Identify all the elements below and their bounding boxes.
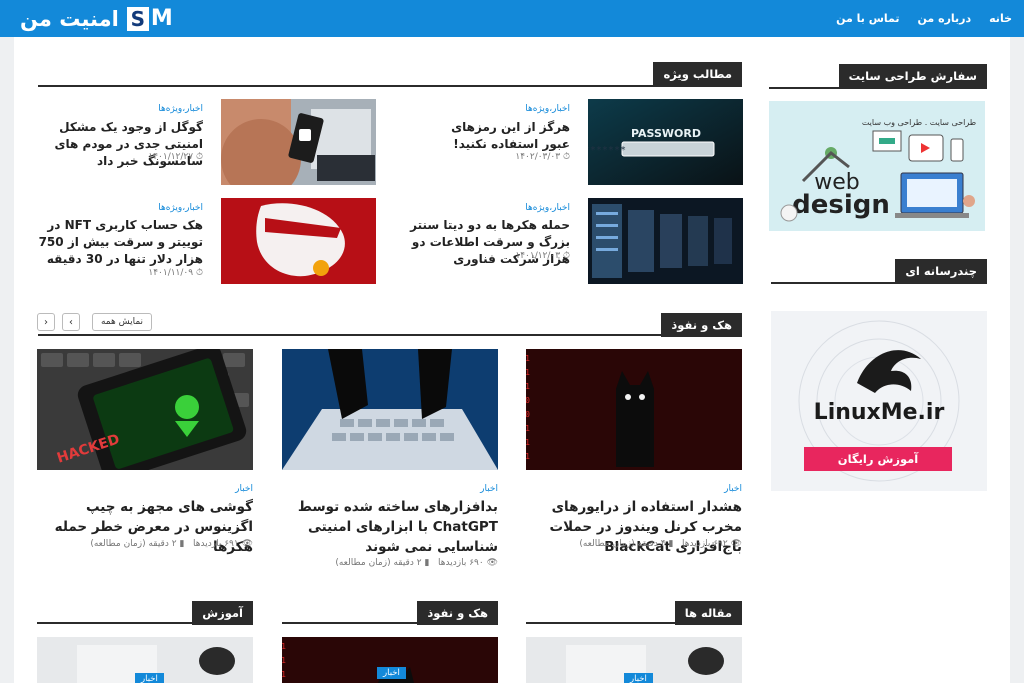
main-nav: خانه درباره من تماس با من (836, 0, 1012, 37)
clock-icon: ⏱ (193, 152, 203, 162)
post-category[interactable]: اخبار،ویژه‌ها (158, 203, 203, 213)
featured-image-datacenter[interactable] (588, 198, 743, 284)
post-read-time: ۲ دقیقه (زمان مطالعه) (90, 539, 177, 549)
image-mask-text: ******* (588, 145, 626, 156)
post-date: ⏱ ۱۴۰۱/۱۲/۲۷ (148, 152, 203, 162)
featured-image-nft[interactable] (221, 198, 376, 284)
sidebar-media-heading: چندرسانه ای (895, 259, 987, 283)
post-date: ⏱ ۱۴۰۱/۱۱/۰۹ (148, 268, 203, 278)
svg-text:0101 1101 0011 1010 0110 1101: 0101 1101 0011 1010 0110 1101 0010 (526, 354, 530, 363)
free-tutorial-button[interactable]: آموزش رایگان (804, 447, 952, 471)
post-date-value: ۱۴۰۱/۱۱/۰۹ (148, 268, 194, 278)
linuxme-banner[interactable]: LinuxMe.ir آموزش رایگان (771, 311, 987, 491)
book-icon: ▮ (176, 539, 185, 549)
featured-heading: مطالب ویژه (653, 62, 742, 86)
divider (38, 85, 742, 87)
post-category[interactable]: اخبار،ویژه‌ها (525, 203, 570, 213)
hack-image-phone-hacked[interactable]: HACKED (37, 349, 253, 470)
post-date-value: ۱۴۰۲/۰۳/۰۳ (515, 152, 561, 162)
post-meta: 👁 ۶۹۱ بازدیدها ▮ ۲ دقیقه (زمان مطالعه) (90, 539, 253, 549)
divider (526, 622, 742, 624)
featured-image-password[interactable]: PASSWORD ******* (588, 99, 743, 185)
svg-text:0101 1101 0011 1010 0110 1101: 0101 1101 0011 1010 0110 1101 0010 (526, 438, 530, 447)
sidebar-design-title: سفارش طراحی سایت (838, 64, 987, 88)
svg-text:1101 0011 1100 0110 1011 0100: 1101 0011 1100 0110 1011 0100 1101 (526, 424, 530, 433)
post-category[interactable]: اخبار،ویژه‌ها (525, 104, 570, 114)
divider (769, 87, 987, 89)
post-category[interactable]: اخبار (235, 484, 253, 494)
post-category[interactable]: اخبار،ویژه‌ها (158, 104, 203, 114)
eye-icon: 👁 (238, 539, 253, 549)
post-meta: 👁 ۶۹۰ بازدیدها ▮ ۲ دقیقه (زمان مطالعه) (335, 558, 498, 568)
post-title[interactable]: هک حساب کاربری NFT در توییتر و سرقت بیش … (33, 217, 203, 268)
svg-text:1101 0110 1011 0100 1101 0011: 1101 0110 1011 0100 1101 0011 1100 (282, 656, 286, 665)
banner-word-design: design (792, 190, 890, 220)
book-icon: ▮ (665, 539, 674, 549)
post-date: ⏱ ۱۴۰۱/۱۲/۰۳ (515, 251, 570, 261)
content-panel: سفارش طراحی سایت طراحی سایت . طراحی وب س… (14, 37, 1010, 683)
image-password-text: PASSWORD (631, 127, 701, 140)
eye-icon: 👁 (727, 539, 742, 549)
divider (38, 334, 742, 336)
svg-text:0101 1101 0011 1010 0110 1101: 0101 1101 0011 1010 0110 1101 0010 (282, 642, 286, 651)
post-views: ۶۹۲ بازدیدها (682, 539, 728, 549)
sidebar-media-title: چندرسانه ای (895, 259, 987, 283)
clock-icon: ⏱ (560, 251, 570, 261)
svg-text:1101 0110 1011 0100 1101 0011: 1101 0110 1011 0100 1101 0011 1100 (526, 368, 530, 377)
web-design-banner[interactable]: طراحی سایت . طراحی وب سایت web design (769, 101, 985, 231)
logo-text: امنیت من (20, 6, 119, 31)
post-meta: 👁 ۶۹۲ بازدیدها ▮ ۴ دقیقه (زمان مطالعه) (579, 539, 742, 549)
banner-caption: طراحی سایت . طراحی وب سایت (862, 118, 976, 127)
divider (771, 282, 987, 284)
post-read-time: ۲ دقیقه (زمان مطالعه) (335, 558, 422, 568)
hack-image-keyboard[interactable] (282, 349, 498, 470)
svg-text:0011 1010 0101 1101 0110 1001: 0011 1010 0101 1101 0110 1001 0111 (282, 670, 286, 679)
featured-image-phone[interactable] (221, 99, 376, 185)
category-badge[interactable]: اخبار (377, 667, 406, 679)
category-badge[interactable]: اخبار (135, 673, 164, 683)
svg-text:1010 0101 1101 0011 1010 0110: 1010 0101 1101 0011 1010 0110 1011 (526, 396, 530, 405)
sidebar-design-heading: سفارش طراحی سایت (838, 64, 987, 88)
clock-icon: ⏱ (193, 268, 203, 278)
logo-mark: S M (126, 6, 175, 31)
post-title[interactable]: هرگز از این رمزهای عبور استفاده نکنید! (420, 119, 570, 153)
post-title[interactable]: گوگل از وجود یک مشکل امنیتی جدی در مودم … (23, 119, 203, 170)
post-date-value: ۱۴۰۱/۱۲/۲۷ (148, 152, 194, 162)
post-views: ۶۹۱ بازدیدها (193, 539, 239, 549)
site-logo[interactable]: S M امنیت من (14, 4, 175, 33)
category-badge[interactable]: اخبار (624, 673, 653, 683)
show-all-button[interactable]: نمایش همه (92, 313, 152, 331)
svg-text:0110 1101 0010 1010 0101 1101: 0110 1101 0010 1010 0101 1101 0011 (526, 410, 530, 419)
post-read-time: ۴ دقیقه (زمان مطالعه) (579, 539, 666, 549)
nav-about[interactable]: درباره من (918, 12, 972, 25)
post-date-value: ۱۴۰۱/۱۲/۰۳ (515, 251, 561, 261)
post-views: ۶۹۰ بازدیدها (438, 558, 484, 568)
eye-icon: 👁 (483, 558, 498, 568)
logo-letter-s: S (126, 6, 149, 31)
linux-banner-text: LinuxMe.ir (814, 400, 945, 425)
svg-text:0011 1010 0101 1101 0110 1001: 0011 1010 0101 1101 0110 1001 0111 (526, 382, 530, 391)
post-date: ⏱ ۱۴۰۲/۰۳/۰۳ (515, 152, 570, 162)
hack-image-blackcat[interactable]: 0101 1101 0011 1010 0110 1101 0010 1101 … (526, 349, 742, 470)
book-icon: ▮ (421, 558, 430, 568)
next-arrow-button[interactable]: › (62, 313, 80, 331)
divider (37, 622, 253, 624)
top-navbar: خانه درباره من تماس با من S M امنیت من (0, 0, 1024, 37)
post-category[interactable]: اخبار (480, 484, 498, 494)
featured-title: مطالب ویژه (653, 62, 742, 86)
post-title[interactable]: بدافزارهای ساخته شده توسط ChatGPT با ابز… (282, 497, 498, 557)
nav-home[interactable]: خانه (989, 12, 1012, 25)
logo-letter-m: M (150, 6, 173, 31)
svg-text:1011 0100 1101 0011 1010 0110: 1011 0100 1101 0011 1010 0110 1101 (526, 452, 530, 461)
post-category[interactable]: اخبار (724, 484, 742, 494)
clock-icon: ⏱ (560, 152, 570, 162)
prev-arrow-button[interactable]: ‹ (37, 313, 55, 331)
divider (282, 622, 498, 624)
nav-contact[interactable]: تماس با من (836, 12, 899, 25)
